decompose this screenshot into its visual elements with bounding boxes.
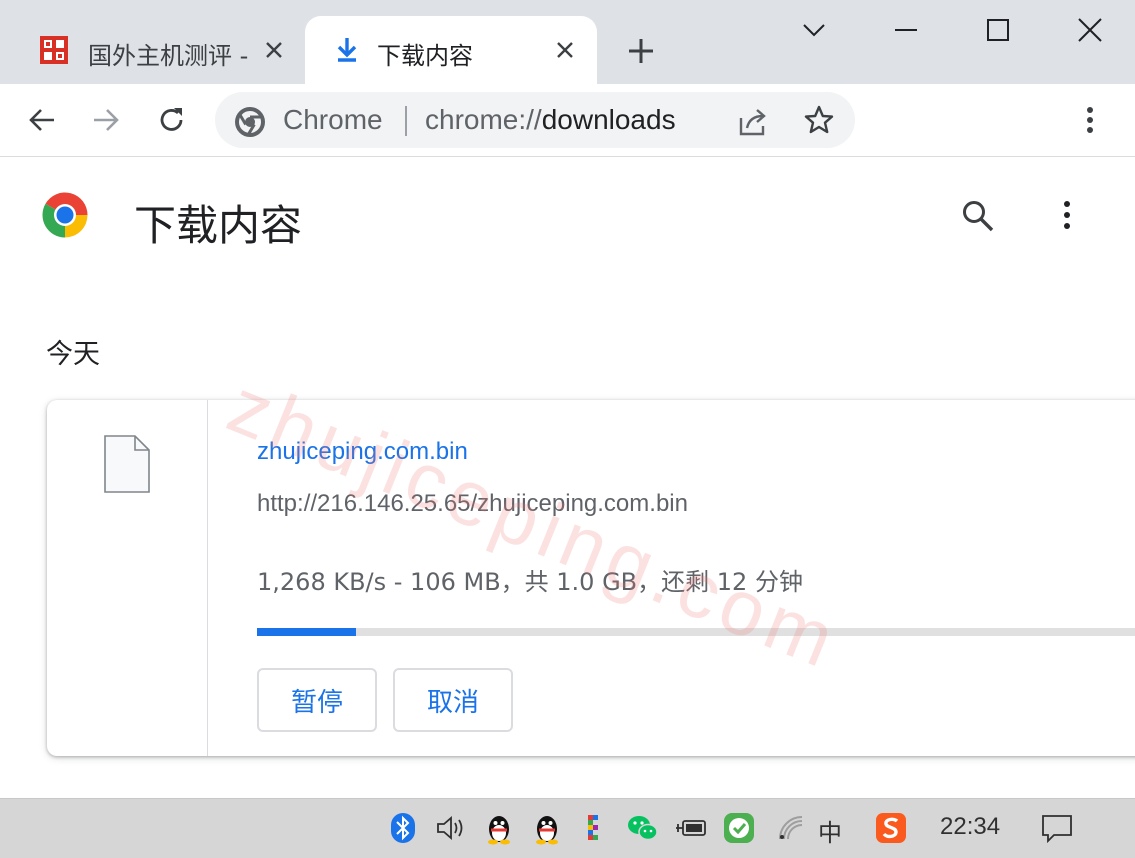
more-options-icon[interactable] [1056,198,1078,232]
omnibox-chip-label: Chrome [283,104,383,135]
bookmark-star-icon[interactable] [803,104,835,136]
sogou-ime-icon[interactable] [874,811,908,845]
security-check-icon[interactable] [722,811,756,845]
url-host: downloads [541,104,676,135]
colorful-app-icon[interactable] [578,811,612,845]
omnibox-url[interactable]: chrome://downloads [425,104,676,136]
browser-toolbar: Chrome chrome://downloads [0,84,1135,157]
file-name-link[interactable]: zhujiceping.com.bin [257,438,468,466]
cancel-button[interactable]: 取消 [393,668,513,732]
tab-zhujiceping[interactable]: 国外主机测评 - [22,16,302,84]
browser-window: 国外主机测评 - 下载内容 Chrome chrome://downloads … [0,0,1135,798]
tab-strip: 国外主机测评 - 下载内容 [0,0,1135,84]
minimize-icon[interactable] [892,16,920,44]
wifi-icon[interactable] [774,811,808,845]
forward-arrow-icon[interactable] [90,104,122,136]
back-arrow-icon[interactable] [26,104,58,136]
window-close-icon[interactable] [1076,16,1104,44]
maximize-icon[interactable] [984,16,1012,44]
notification-icon[interactable] [1040,811,1074,845]
search-icon[interactable] [960,198,996,234]
volume-icon[interactable] [434,811,468,845]
tab-downloads[interactable]: 下载内容 [305,16,597,84]
tab-title: 下载内容 [377,42,473,70]
source-url: http://216.146.25.65/zhujiceping.com.bin [257,490,688,517]
ime-mode-indicator[interactable]: 中 [818,813,842,848]
bluetooth-icon[interactable] [386,811,420,845]
address-bar[interactable]: Chrome chrome://downloads [215,92,855,148]
qq-icon[interactable] [530,811,564,845]
tab-search-chevron-icon[interactable] [800,16,828,44]
page-title: 下载内容 [134,201,303,250]
close-icon[interactable] [553,38,577,62]
file-icon-column [47,400,208,756]
new-tab-plus-icon[interactable] [626,36,656,66]
chrome-logo-icon [42,192,88,238]
reload-icon[interactable] [156,104,188,136]
progress-fill [257,628,356,636]
tab-title: 国外主机测评 - [88,42,249,70]
site-seal-icon [40,36,68,64]
downloads-header: 下载内容 [0,158,1135,268]
share-icon[interactable] [737,104,771,138]
download-item-card: zhujiceping.com.bin http://216.146.25.65… [47,400,1135,756]
file-icon [104,435,150,493]
chrome-logo-icon [235,107,265,137]
wechat-icon[interactable] [626,811,660,845]
download-arrow-icon [337,38,357,62]
url-scheme: chrome:// [425,104,542,135]
pause-button[interactable]: 暂停 [257,668,377,732]
date-group-label: 今天 [46,339,100,370]
system-taskbar: 中 22:34 [0,798,1135,858]
battery-icon[interactable] [674,811,708,845]
close-icon[interactable] [262,38,286,62]
download-status: 1,268 KB/s - 106 MB，共 1.0 GB，还剩 12 分钟 [257,568,803,596]
kebab-menu-icon[interactable] [1078,104,1102,136]
qq-icon[interactable] [482,811,516,845]
download-progress-bar [257,628,1135,636]
system-clock[interactable]: 22:34 [940,813,1000,841]
omnibox-separator [405,106,407,136]
